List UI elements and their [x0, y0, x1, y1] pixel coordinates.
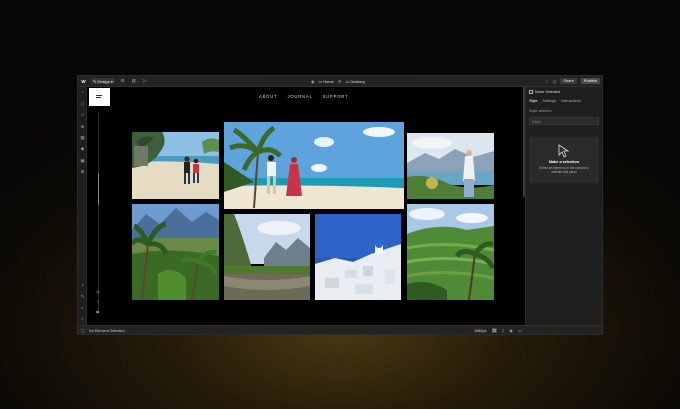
brush-icon: ✎ [93, 78, 97, 84]
gallery-photo-beach-couple[interactable] [132, 132, 219, 199]
navigator-icon[interactable]: ≡ [79, 111, 86, 118]
page-label: Home [323, 78, 334, 84]
gallery-photo-palm-beach[interactable] [224, 122, 404, 209]
logo-mark [96, 97, 101, 98]
gallery-photo-mountain-view[interactable] [407, 133, 494, 199]
facebook-icon[interactable]: f [95, 299, 101, 305]
site-logo[interactable] [89, 88, 110, 106]
canvas[interactable]: ABOUT JOURNAL SUPPORT ◎ f ▶ [87, 87, 525, 326]
status-group: ▢ No Element Selected [81, 328, 125, 333]
selection-checkbox-icon[interactable] [529, 90, 533, 94]
trash-icon[interactable]: ▭ [518, 328, 522, 333]
tab-style[interactable]: Style [529, 99, 537, 103]
history-icon[interactable]: ◷ [553, 79, 557, 84]
chevron-down-icon: ▾ [110, 78, 113, 84]
help-icon[interactable]: ? [79, 282, 86, 289]
components-icon[interactable]: ◈ [79, 123, 86, 130]
left-toolbar: + ▯ ≡ ◈ ▦ ◆ ▣ ⊞ ? ✎ ◐ ⌕ [78, 87, 87, 325]
scroll-indicator-track [98, 113, 99, 313]
breakpoint-label: Desktop [350, 78, 366, 84]
instagram-icon[interactable]: ◎ [95, 289, 101, 295]
gallery-photo-rice-terraces[interactable] [407, 204, 494, 300]
pages-icon[interactable]: ▯ [79, 100, 86, 107]
variables-icon[interactable]: ◆ [79, 145, 86, 152]
publish-button[interactable]: Publish [580, 78, 600, 84]
nav-support[interactable]: SUPPORT [323, 94, 349, 99]
tab-interactions[interactable]: Interactions [561, 99, 581, 103]
empty-selection-title: Make a selection [548, 160, 580, 164]
selection-header: None Selected [529, 90, 560, 94]
nav-about[interactable]: ABOUT [259, 94, 277, 99]
design-mode-button[interactable]: ✎ Design ▾ [91, 78, 115, 84]
site-nav: ABOUT JOURNAL SUPPORT [259, 94, 348, 99]
gear-icon[interactable]: ⚙ [338, 79, 342, 84]
audit-icon[interactable]: ◐ [79, 304, 86, 311]
mountain-lake-image [224, 214, 310, 300]
apps-icon[interactable]: ⊞ [79, 168, 86, 175]
nav-journal[interactable]: JOURNAL [287, 94, 312, 99]
cursor-icon [558, 144, 570, 158]
panel-tabs: Style Settings Interactions [529, 99, 581, 103]
santorini-image [315, 214, 401, 300]
styles-icon[interactable]: ▦ [79, 134, 86, 141]
desktop-icon: ▭ [345, 78, 350, 84]
youtube-icon[interactable]: ▶ [95, 309, 101, 315]
style-selector-input[interactable]: None [529, 117, 599, 125]
empty-selection-card: Make a selection Select an element on th… [529, 137, 599, 183]
app-logo: W [81, 78, 86, 84]
assets-icon[interactable]: ▣ [79, 157, 86, 164]
share-button[interactable]: Share [560, 78, 577, 84]
responsive-icon[interactable]: ⊡ [491, 328, 498, 333]
logo-mark [96, 95, 102, 96]
design-mode-label: Design [97, 78, 110, 84]
tab-settings[interactable]: Settings [542, 99, 556, 103]
gallery-photo-mountain-lake[interactable] [224, 214, 310, 300]
beach-couple-image [132, 132, 219, 199]
preview-icon[interactable]: ◉ [509, 328, 513, 333]
search-icon[interactable]: ⌕ [79, 315, 86, 322]
status-text: No Element Selected [88, 328, 125, 333]
view-controls: 1062px ⊡ ▯ ◉ ▭ [474, 328, 522, 333]
globe-icon[interactable]: ◉ [311, 79, 315, 84]
canvas-width-label: 1062px [474, 328, 487, 333]
preview-play-icon[interactable]: ▷ [142, 78, 148, 84]
selection-label: None Selected [535, 90, 560, 94]
rice-terraces-image [407, 204, 494, 300]
tropical-valley-image [132, 204, 219, 300]
edit-icon[interactable]: ✎ [79, 293, 86, 300]
top-right-group: ✓ ◷ Share Publish [545, 76, 600, 87]
scroll-indicator-thumb [98, 173, 99, 205]
comment-icon[interactable]: ▢ [81, 328, 85, 333]
chart-icon[interactable]: ▥ [131, 78, 137, 84]
bottom-bar: ▢ No Element Selected 1062px ⊡ ▯ ◉ ▭ [78, 325, 602, 334]
check-icon[interactable]: ✓ [545, 79, 548, 84]
designer-window: W ✎ Design ▾ ⚙ ▥ ▷ ◉ ▭ Home ⚙ ▭ Desktop … [77, 75, 603, 335]
add-icon[interactable]: + [79, 89, 86, 96]
style-selector-label: Style selector [529, 109, 552, 113]
mountain-view-image [407, 133, 494, 199]
palm-beach-image [224, 122, 404, 209]
page-icon: ▭ [318, 78, 323, 84]
style-panel: None Selected Style Settings Interaction… [525, 87, 602, 325]
settings-icon[interactable]: ⚙ [120, 78, 126, 84]
page-breakpoint-group: ◉ ▭ Home ⚙ ▭ Desktop [311, 76, 365, 87]
code-icon[interactable]: ▯ [502, 328, 504, 333]
gallery-photo-santorini[interactable] [315, 214, 401, 300]
top-bar: W ✎ Design ▾ ⚙ ▥ ▷ ◉ ▭ Home ⚙ ▭ Desktop … [78, 76, 602, 87]
page-selector[interactable]: ▭ Home [319, 79, 334, 84]
breakpoint-selector[interactable]: ▭ Desktop [346, 79, 365, 84]
empty-selection-description: Select an element on the canvas to activ… [539, 166, 589, 174]
gallery-photo-tropical-valley[interactable] [132, 204, 219, 300]
